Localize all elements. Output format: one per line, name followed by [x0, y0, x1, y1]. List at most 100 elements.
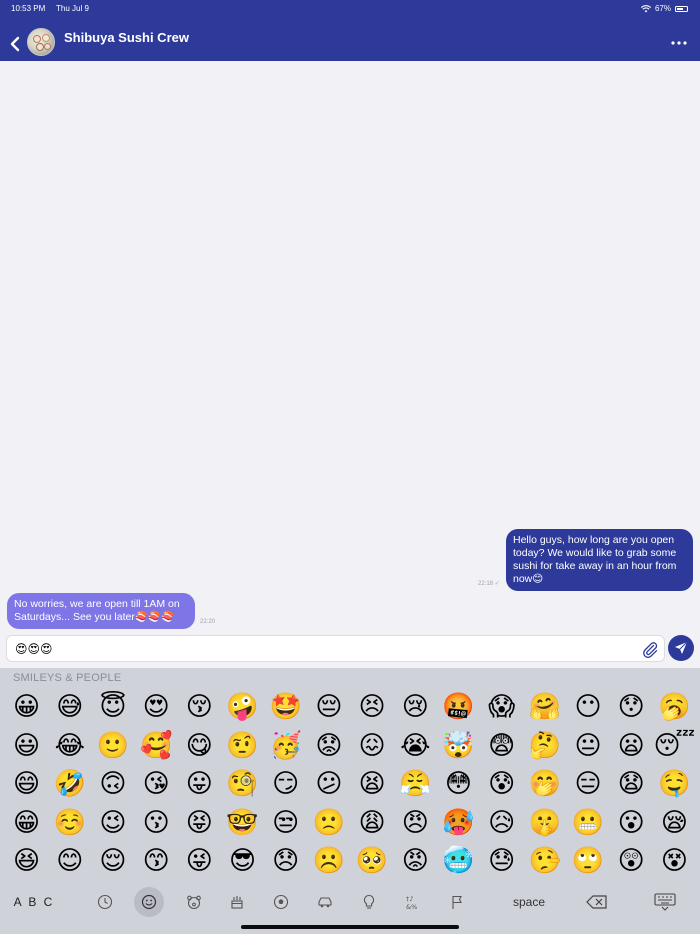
- emoji-key[interactable]: 😢: [394, 688, 437, 727]
- emoji-key[interactable]: 😑: [566, 765, 609, 804]
- emoji-key[interactable]: 😦: [610, 727, 653, 766]
- emoji-key[interactable]: 🤩: [264, 688, 307, 727]
- emoji-key[interactable]: 🤭: [523, 765, 566, 804]
- emoji-key[interactable]: 🙁: [307, 804, 350, 843]
- food-category[interactable]: [222, 887, 252, 917]
- emoji-key[interactable]: 🙄: [566, 842, 609, 881]
- emoji-key[interactable]: ☺️: [48, 804, 91, 843]
- emoji-key[interactable]: 😫: [351, 765, 394, 804]
- message-input[interactable]: 😍😍😍: [6, 635, 665, 662]
- emoji-key[interactable]: 🤥: [523, 842, 566, 881]
- emoji-key[interactable]: 😂: [48, 727, 91, 766]
- emoji-key[interactable]: 😯: [610, 688, 653, 727]
- emoji-key[interactable]: 😆: [5, 842, 48, 881]
- emoji-key[interactable]: 🤫: [523, 804, 566, 843]
- emoji-key[interactable]: 😄: [5, 765, 48, 804]
- space-key[interactable]: space: [500, 887, 558, 917]
- emoji-key[interactable]: 🤯: [437, 727, 480, 766]
- emoji-key[interactable]: 😋: [178, 727, 221, 766]
- emoji-key[interactable]: 😝: [178, 804, 221, 843]
- emoji-key[interactable]: 😲: [610, 842, 653, 881]
- emoji-key[interactable]: 🤤: [653, 765, 696, 804]
- emoji-key[interactable]: 😒: [264, 804, 307, 843]
- emoji-key[interactable]: 😜: [178, 842, 221, 881]
- emoji-key[interactable]: 🙂: [91, 727, 134, 766]
- paperclip-icon[interactable]: [641, 640, 659, 658]
- emoji-key[interactable]: 😵: [653, 842, 696, 881]
- emoji-key[interactable]: 😪: [653, 804, 696, 843]
- incoming-message[interactable]: No worries, we are open till 1AM on Satu…: [7, 593, 195, 629]
- smileys-category[interactable]: [134, 887, 164, 917]
- emoji-key[interactable]: 😬: [566, 804, 609, 843]
- emoji-key[interactable]: 😤: [394, 765, 437, 804]
- emoji-key[interactable]: 😅: [48, 688, 91, 727]
- objects-category[interactable]: [354, 887, 384, 917]
- emoji-key[interactable]: 🥺: [351, 842, 394, 881]
- emoji-key[interactable]: 😙: [135, 842, 178, 881]
- emoji-key[interactable]: 😭: [394, 727, 437, 766]
- emoji-key[interactable]: 😉: [91, 804, 134, 843]
- emoji-key[interactable]: 😏: [264, 765, 307, 804]
- symbols-category[interactable]: †♪ &%: [398, 887, 428, 917]
- emoji-key[interactable]: 😞: [264, 842, 307, 881]
- emoji-key[interactable]: 😕: [307, 765, 350, 804]
- emoji-key[interactable]: 😊: [48, 842, 91, 881]
- emoji-key[interactable]: 🤪: [221, 688, 264, 727]
- emoji-key[interactable]: 😶: [566, 688, 609, 727]
- emoji-key[interactable]: 😛: [178, 765, 221, 804]
- emoji-key[interactable]: 😖: [351, 727, 394, 766]
- emoji-key[interactable]: 🥳: [264, 727, 307, 766]
- emoji-key[interactable]: 😡: [394, 842, 437, 881]
- recent-category[interactable]: [90, 887, 120, 917]
- back-chevron-icon[interactable]: [8, 34, 22, 54]
- emoji-key[interactable]: 🤔: [523, 727, 566, 766]
- delete-key[interactable]: [582, 887, 612, 917]
- emoji-key[interactable]: 🤓: [221, 804, 264, 843]
- more-options-icon[interactable]: [670, 40, 688, 46]
- emoji-key[interactable]: 😗: [135, 804, 178, 843]
- emoji-key[interactable]: 😨: [480, 727, 523, 766]
- emoji-key[interactable]: 😎: [221, 842, 264, 881]
- emoji-key[interactable]: 😓: [480, 842, 523, 881]
- emoji-key[interactable]: 😧: [610, 765, 653, 804]
- message-list[interactable]: Hello guys, how long are you open today?…: [0, 61, 700, 632]
- emoji-key[interactable]: 😌: [91, 842, 134, 881]
- flags-category[interactable]: [442, 887, 472, 917]
- emoji-key[interactable]: 🤬: [437, 688, 480, 727]
- emoji-key[interactable]: 😩: [351, 804, 394, 843]
- emoji-key[interactable]: 😳: [437, 765, 480, 804]
- emoji-key[interactable]: 😔: [307, 688, 350, 727]
- animals-category[interactable]: [179, 887, 209, 917]
- emoji-key[interactable]: 😁: [5, 804, 48, 843]
- emoji-key[interactable]: 😰: [480, 765, 523, 804]
- emoji-key[interactable]: 😥: [480, 804, 523, 843]
- abc-key[interactable]: A B C: [12, 887, 56, 917]
- home-indicator[interactable]: [241, 925, 459, 929]
- emoji-key[interactable]: 😀: [5, 688, 48, 727]
- emoji-key[interactable]: 🤗: [523, 688, 566, 727]
- dismiss-keyboard-key[interactable]: [650, 887, 680, 917]
- emoji-key[interactable]: 😣: [351, 688, 394, 727]
- group-avatar[interactable]: [27, 28, 55, 56]
- emoji-key[interactable]: 🥱: [653, 688, 696, 727]
- emoji-key[interactable]: ☹️: [307, 842, 350, 881]
- emoji-key[interactable]: 😍: [135, 688, 178, 727]
- emoji-key[interactable]: 🤣: [48, 765, 91, 804]
- emoji-key[interactable]: 🥰: [135, 727, 178, 766]
- emoji-key[interactable]: 😱: [480, 688, 523, 727]
- emoji-key[interactable]: 😠: [394, 804, 437, 843]
- emoji-key[interactable]: 😘: [135, 765, 178, 804]
- emoji-key[interactable]: 😇: [91, 688, 134, 727]
- emoji-key[interactable]: 🥵: [437, 804, 480, 843]
- activity-category[interactable]: [266, 887, 296, 917]
- emoji-key[interactable]: 😟: [307, 727, 350, 766]
- emoji-key[interactable]: 🥶: [437, 842, 480, 881]
- travel-category[interactable]: [310, 887, 340, 917]
- send-button[interactable]: [668, 635, 694, 661]
- emoji-key[interactable]: 😃: [5, 727, 48, 766]
- outgoing-message[interactable]: Hello guys, how long are you open today?…: [506, 529, 693, 591]
- emoji-key[interactable]: 😮: [610, 804, 653, 843]
- emoji-key[interactable]: 😚: [178, 688, 221, 727]
- emoji-key[interactable]: 😴: [653, 727, 696, 766]
- emoji-key[interactable]: 🧐: [221, 765, 264, 804]
